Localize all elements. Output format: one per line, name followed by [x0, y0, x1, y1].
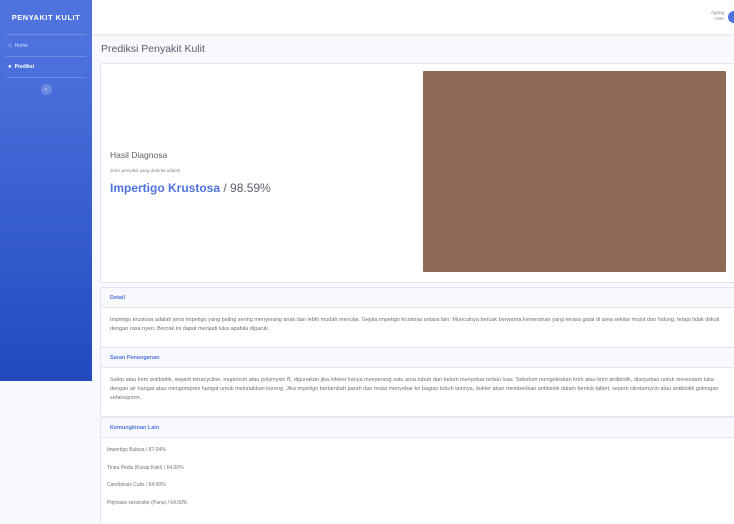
sidebar-divider — [6, 34, 86, 35]
alternatives-header: Kemungkinan Lain — [101, 418, 734, 438]
alternatives-card: Kemungkinan Lain Impertigo Bulosa / 87.0… — [100, 417, 734, 523]
circle-icon: ● — [8, 64, 12, 70]
advice-card: Saran Penanganan Salep atau krim antibio… — [100, 347, 734, 417]
user-info[interactable]: Agung User — [711, 10, 724, 22]
chevron-left-icon: ‹ — [45, 86, 47, 93]
detail-text: Impetigo krustosa adalah jenis impetigo … — [110, 317, 720, 332]
user-role: User — [714, 16, 724, 21]
page-title: Prediksi Penyakit Kulit — [101, 43, 205, 55]
list-item: Candidosis Cutis / 64.00% — [107, 482, 166, 488]
disease-name: Impertigo Krustosa — [110, 181, 221, 195]
sidebar-divider — [6, 77, 86, 78]
alternatives-list: Impertigo Bulosa / 87.04% Tinea Pedis (K… — [101, 438, 734, 524]
list-item: Pityriasis versicolor (Panu) / 64.00% — [107, 499, 188, 506]
advice-header: Saran Penanganan — [101, 348, 734, 368]
list-item: Impertigo Bulosa / 87.04% — [107, 447, 166, 453]
sidebar-item-prediksi[interactable]: ● Prediksi — [0, 57, 92, 77]
result-subtitle: Jenis penyakit yang diderita adalah — [110, 168, 181, 173]
list-item: Tinea Pedis (Kurap Kaki) / 64.00% — [107, 464, 184, 471]
diagnosis-photo — [423, 71, 726, 272]
sidebar-item-home[interactable]: ⌂ Home — [0, 36, 92, 56]
avatar[interactable] — [728, 11, 734, 23]
sidebar-item-label: Prediksi — [14, 64, 35, 70]
topbar: Agung User — [92, 0, 734, 34]
sidebar-toggle-button[interactable]: ‹ — [40, 84, 52, 95]
advice-text: Salep atau krim antibiotik, seperti tetr… — [110, 377, 719, 401]
result-value: Impertigo Krustosa / 98.59% — [110, 181, 271, 195]
detail-card: Detail Impetigo krustosa adalah jenis im… — [100, 287, 734, 349]
sidebar: PENYAKIT KULIT ⌂ Home ● Prediksi ‹ — [0, 0, 92, 381]
detail-header: Detail — [101, 288, 734, 308]
result-card: Hasil Diagnosa Jenis penyakit yang dider… — [100, 63, 734, 283]
home-icon: ⌂ — [8, 43, 12, 49]
result-title: Hasil Diagnosa — [110, 150, 168, 160]
sidebar-item-label: Home — [14, 43, 28, 49]
confidence: / 98.59% — [220, 181, 271, 195]
sidebar-brand[interactable]: PENYAKIT KULIT — [0, 0, 92, 34]
